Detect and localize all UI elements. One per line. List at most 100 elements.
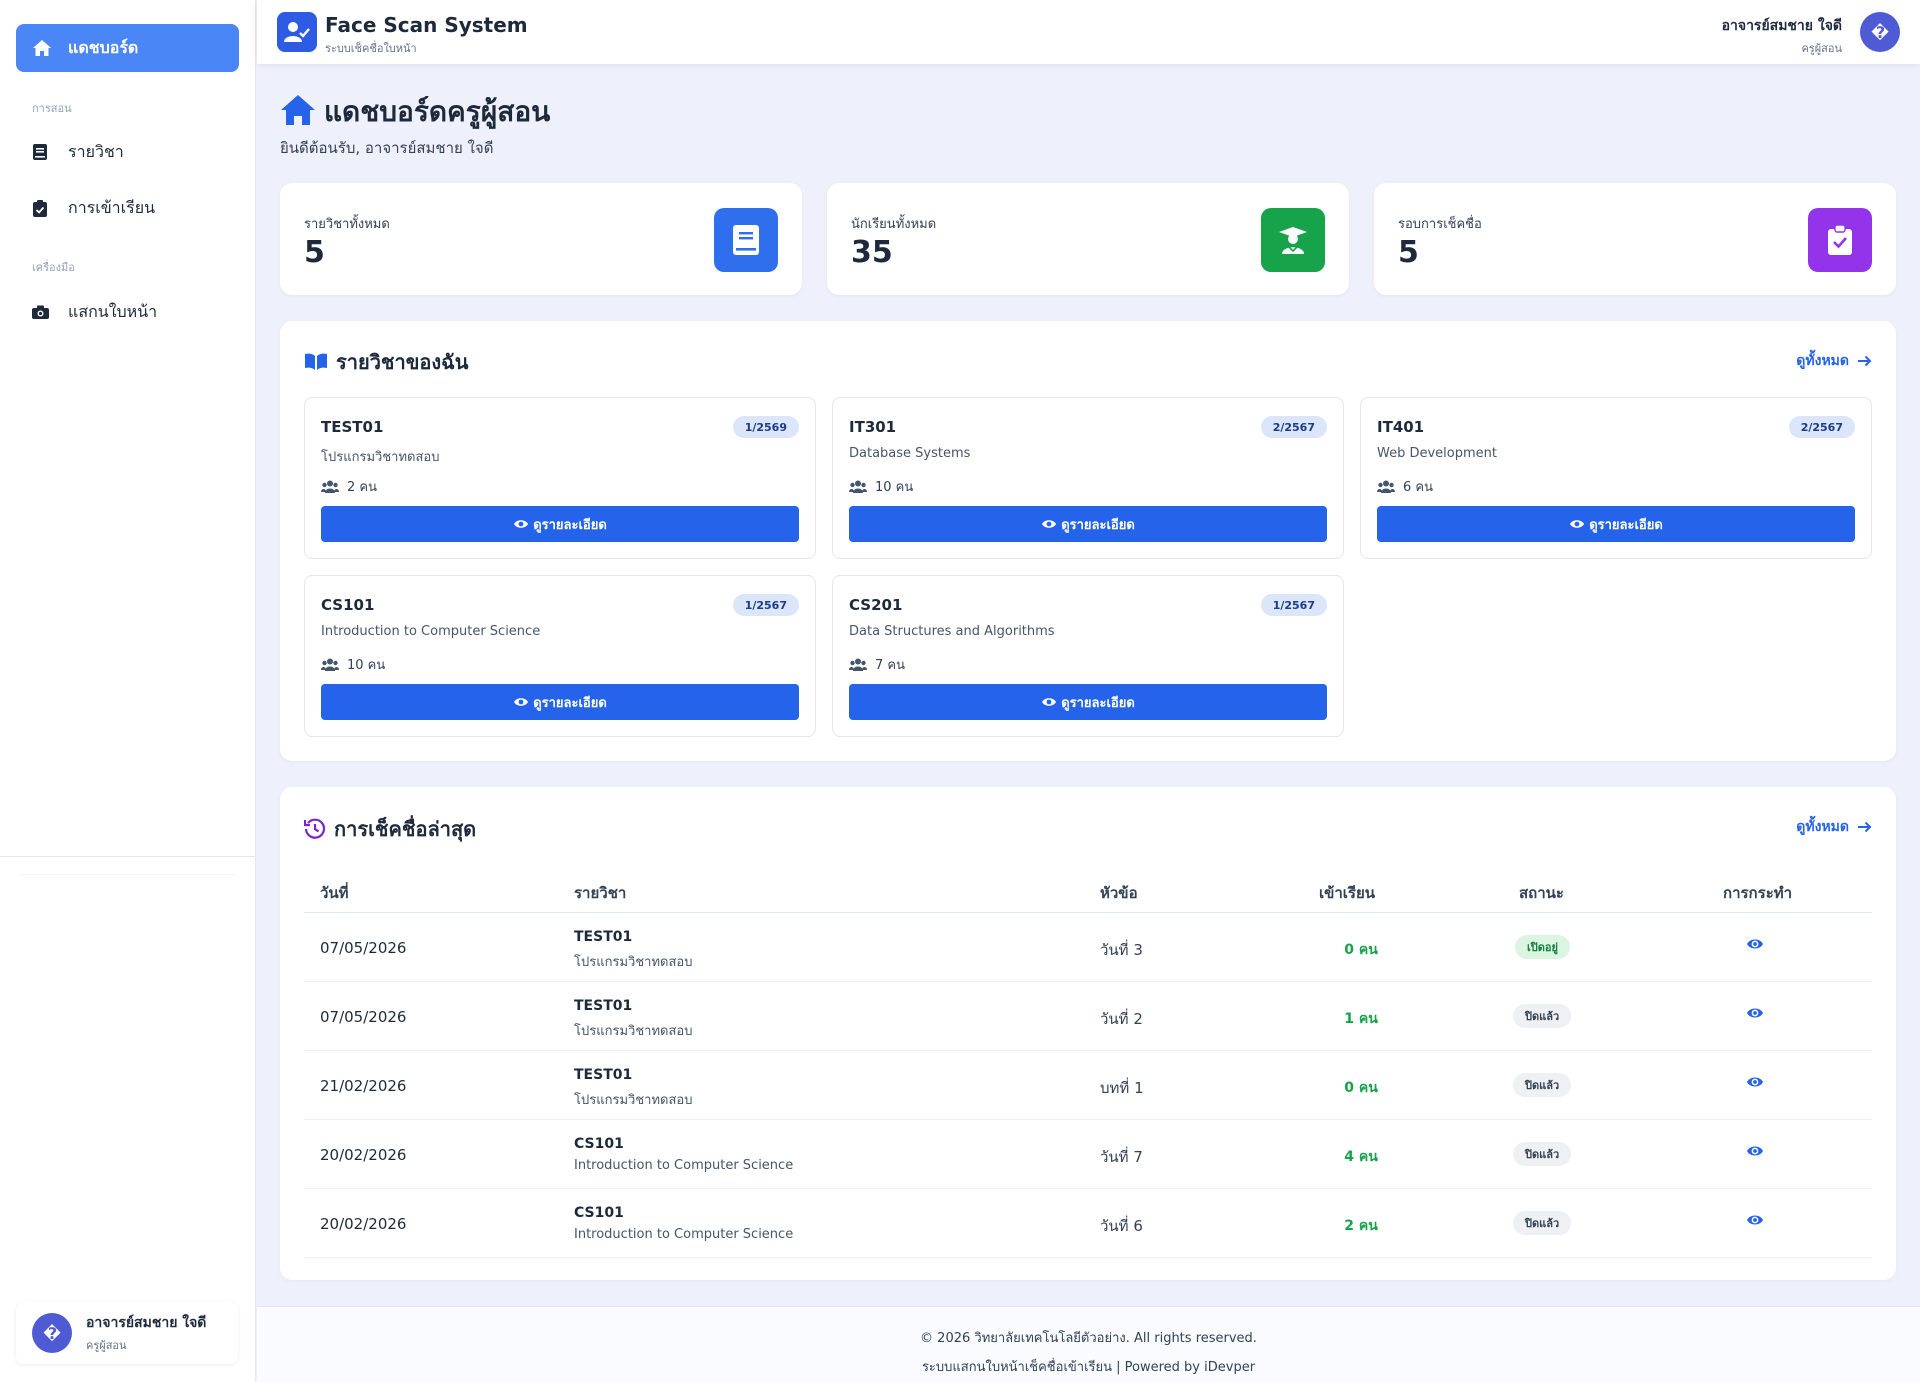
student-count: 2 คน [321, 476, 377, 497]
term-badge: 2/2567 [1260, 416, 1327, 438]
course-card: TEST01 1/2569 โปรแกรมวิชาทดสอบ 2 คน ดูรายละเ… [304, 397, 816, 559]
session-course-code: TEST01 [574, 998, 633, 1014]
sidebar-item-label: แดชบอร์ด [68, 37, 139, 57]
stat-label: นักเรียนทั้งหมด [851, 217, 937, 232]
term-badge: 1/2569 [732, 416, 799, 438]
table-row: 20/02/2026 CS101 Introduction to Computer … [304, 1120, 1872, 1189]
sidebar-item-label: รายวิชา [68, 141, 124, 161]
col-topic: หัวข้อ [1100, 884, 1138, 902]
history-icon [304, 818, 326, 840]
student-count-text: 10 คน [347, 658, 386, 673]
page-subtitle: ยินดีต้อนรับ, อาจารย์สมชาย ใจดี [280, 139, 494, 157]
eye-icon [1041, 696, 1057, 708]
users-icon [849, 658, 867, 671]
avatar[interactable]: � [1860, 12, 1900, 52]
stat-value: 5 [1398, 235, 1419, 270]
sidebar-item-dashboard[interactable]: แดชบอร์ด [16, 24, 239, 72]
session-course-name: Introduction to Computer Science [574, 1158, 794, 1173]
status-badge: ปิดแล้ว [1513, 1073, 1572, 1097]
view-details-button[interactable]: ดูรายละเอียด [849, 506, 1327, 542]
view-session-button[interactable] [1746, 1075, 1764, 1093]
course-name: Data Structures and Algorithms [849, 624, 1055, 639]
eye-icon [1746, 1006, 1764, 1024]
session-course-name: โปรแกรมวิชาทดสอบ [574, 955, 693, 970]
student-count-text: 2 คน [347, 480, 377, 495]
sidebar-item-courses[interactable]: รายวิชา [16, 130, 239, 174]
view-details-button[interactable]: ดูรายละเอียด [849, 684, 1327, 720]
view-details-label: ดูรายละเอียด [533, 517, 607, 533]
student-count: 10 คน [321, 654, 385, 675]
book-open-icon [304, 353, 328, 371]
sidebar-item-face-scan[interactable]: แสกนใบหน้า [16, 290, 239, 334]
session-topic: บทที่ 1 [1100, 1079, 1144, 1097]
home-icon [280, 94, 316, 130]
graduate-icon [1261, 208, 1325, 272]
sidebar: แดชบอร์ด การสอน รายวิชา การเข้าเรียน เคร… [0, 0, 256, 1382]
status-badge: ปิดแล้ว [1513, 1211, 1572, 1235]
clipboard-check-icon [1808, 208, 1872, 272]
section-title: การเช็คชื่อล่าสุด [304, 813, 476, 845]
view-details-label: ดูรายละเอียด [1061, 695, 1135, 711]
view-all-label: ดูทั้งหมด [1796, 353, 1849, 369]
attendance-count: 0 คน [1344, 942, 1378, 958]
camera-icon [30, 302, 50, 322]
session-topic: วันที่ 6 [1100, 1217, 1143, 1235]
book-icon [30, 142, 50, 162]
view-details-button[interactable]: ดูรายละเอียด [321, 506, 799, 542]
course-code: IT301 [849, 418, 897, 436]
course-card: IT401 2/2567 Web Development 6 คน ดูรายละเอี… [1360, 397, 1872, 559]
sidebar-item-attendance[interactable]: การเข้าเรียน [16, 186, 239, 230]
session-date: 20/02/2026 [320, 1146, 407, 1164]
course-card: CS101 1/2567 Introduction to Computer Scie… [304, 575, 816, 737]
arrow-right-icon [1857, 355, 1872, 367]
sidebar-item-label: แสกนใบหน้า [68, 301, 158, 321]
stat-card-courses: รายวิชาทั้งหมด 5 [280, 183, 802, 295]
course-code: CS101 [321, 596, 375, 614]
users-icon [1377, 480, 1395, 493]
eye-icon [1746, 1213, 1764, 1231]
session-course-name: โปรแกรมวิชาทดสอบ [574, 1024, 693, 1039]
users-icon [321, 658, 339, 671]
header-user-info[interactable]: อาจารย์สมชาย ใจดี ครูผู้สอน [1722, 15, 1842, 57]
session-course-code: TEST01 [574, 1067, 633, 1083]
eye-icon [1746, 937, 1764, 955]
footer: © 2026 วิทยาลัยเทคโนโลยีตัวอย่าง. All ri… [257, 1306, 1920, 1382]
app-title: Face Scan System [325, 13, 528, 37]
footer-copyright: © 2026 วิทยาลัยเทคโนโลยีตัวอย่าง. All ri… [920, 1331, 1257, 1346]
view-all-courses-link[interactable]: ดูทั้งหมด [1796, 350, 1872, 372]
view-details-button[interactable]: ดูรายละเอียด [321, 684, 799, 720]
status-badge: ปิดแล้ว [1513, 1004, 1572, 1028]
my-courses-panel: รายวิชาของฉัน ดูทั้งหมด TEST01 1/2569 โปรแ… [280, 321, 1896, 761]
sidebar-user-card[interactable]: � อาจารย์สมชาย ใจดี ครูผู้สอน [16, 1302, 238, 1364]
session-date: 07/05/2026 [320, 1008, 407, 1026]
attendance-count: 2 คน [1344, 1218, 1378, 1234]
view-session-button[interactable] [1746, 1144, 1764, 1162]
view-details-button[interactable]: ดูรายละเอียด [1377, 506, 1855, 542]
eye-icon [513, 696, 529, 708]
stat-value: 35 [851, 235, 893, 270]
student-count: 10 คน [849, 476, 913, 497]
table-header: วันที่ รายวิชา หัวข้อ เข้าเรียน สถานะ กา… [304, 869, 1872, 913]
view-session-button[interactable] [1746, 1213, 1764, 1231]
view-session-button[interactable] [1746, 1006, 1764, 1024]
top-header: Face Scan System ระบบเช็คชื่อใบหน้า อาจา… [257, 0, 1920, 64]
users-icon [321, 480, 339, 493]
stat-card-students: นักเรียนทั้งหมด 35 [827, 183, 1349, 295]
session-topic: วันที่ 7 [1100, 1148, 1143, 1166]
user-name: อาจารย์สมชาย ใจดี [1721, 18, 1842, 34]
section-title-text: การเช็คชื่อล่าสุด [334, 817, 477, 841]
student-count-text: 7 คน [875, 658, 905, 673]
view-session-button[interactable] [1746, 937, 1764, 955]
eye-icon [513, 518, 529, 530]
sidebar-item-label: การเข้าเรียน [68, 197, 156, 217]
term-badge: 1/2567 [1260, 594, 1327, 616]
user-name: อาจารย์สมชาย ใจดี [86, 1315, 207, 1331]
stat-card-sessions: รอบการเช็คชื่อ 5 [1374, 183, 1896, 295]
table-row: 07/05/2026 TEST01 โปรแกรมวิชาทดสอบ วันที่ 3… [304, 913, 1872, 982]
avatar: � [32, 1313, 72, 1353]
course-name: Web Development [1377, 446, 1497, 461]
session-date: 07/05/2026 [320, 939, 407, 957]
app-subtitle: ระบบเช็คชื่อใบหน้า [325, 42, 417, 55]
view-all-attendance-link[interactable]: ดูทั้งหมด [1796, 816, 1872, 838]
course-name: Database Systems [849, 446, 971, 461]
